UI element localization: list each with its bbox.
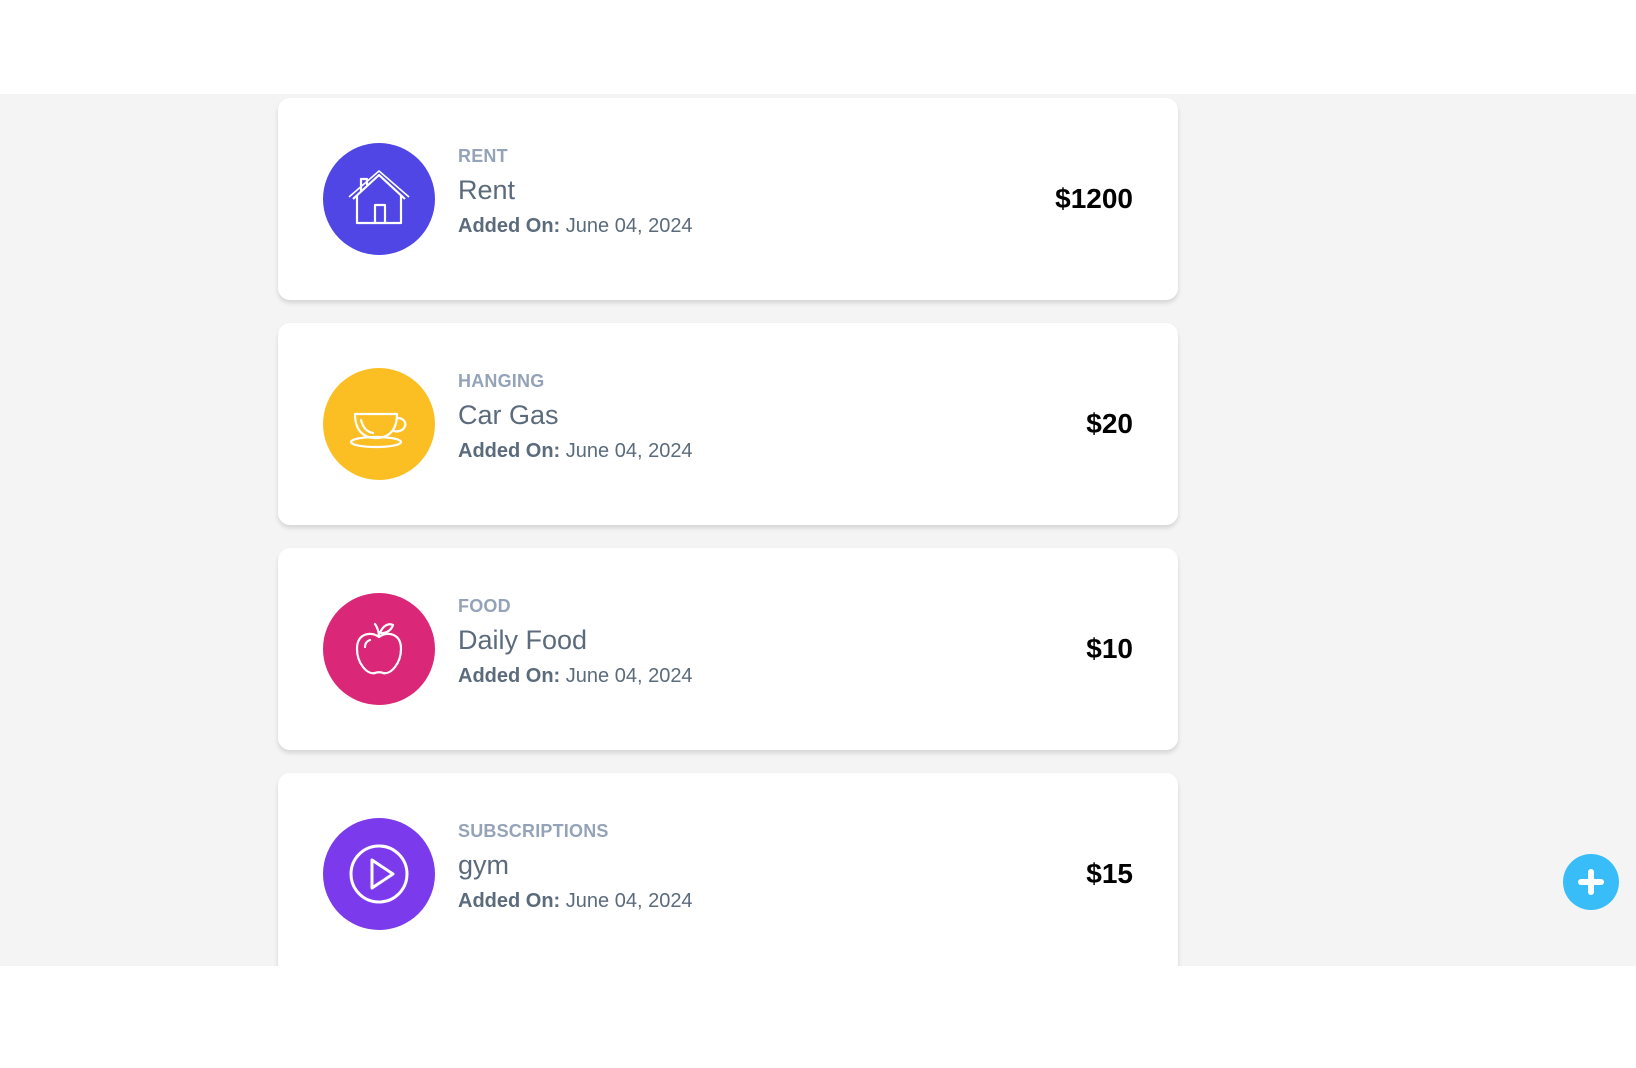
added-on-label: Added On:	[458, 890, 561, 912]
expense-date: Added On: June 04, 2024	[458, 438, 693, 464]
apple-icon	[323, 593, 435, 705]
expense-date: Added On: June 04, 2024	[458, 213, 693, 239]
add-expense-button[interactable]	[1563, 854, 1619, 910]
expense-category: FOOD	[458, 596, 511, 616]
expense-title: Car Gas	[458, 400, 559, 430]
expense-date: Added On: June 04, 2024	[458, 663, 693, 689]
expense-category: SUBSCRIPTIONS	[458, 821, 609, 841]
expense-info: HANGING Car Gas Added On: June 04, 2024	[458, 370, 693, 464]
house-icon	[323, 143, 435, 255]
date-value: June 04, 2024	[565, 440, 693, 462]
play-icon	[323, 818, 435, 930]
expense-list: RENT Rent Added On: June 04, 2024 $1200 …	[0, 94, 1636, 966]
date-value: June 04, 2024	[565, 665, 693, 687]
expense-title: gym	[458, 850, 510, 880]
expense-info: RENT Rent Added On: June 04, 2024	[458, 145, 693, 239]
expense-info: FOOD Daily Food Added On: June 04, 2024	[458, 595, 693, 689]
expense-amount: $20	[1086, 408, 1133, 439]
added-on-label: Added On:	[458, 665, 561, 687]
expense-category: RENT	[458, 146, 508, 166]
added-on-label: Added On:	[458, 215, 561, 237]
expense-category: HANGING	[458, 371, 545, 391]
bottom-bar	[0, 966, 1636, 1068]
plus-icon	[1578, 869, 1604, 895]
expense-card[interactable]: HANGING Car Gas Added On: June 04, 2024 …	[278, 323, 1178, 525]
expense-amount: $10	[1086, 633, 1133, 664]
top-bar	[0, 0, 1636, 94]
expense-title: Rent	[458, 175, 516, 205]
expense-amount: $15	[1086, 858, 1133, 889]
expense-amount: $1200	[1055, 183, 1133, 214]
expense-card[interactable]: SUBSCRIPTIONS gym Added On: June 04, 202…	[278, 773, 1178, 966]
expense-card[interactable]: RENT Rent Added On: June 04, 2024 $1200	[278, 98, 1178, 300]
expense-date: Added On: June 04, 2024	[458, 888, 693, 914]
coffee-cup-icon	[323, 368, 435, 480]
added-on-label: Added On:	[458, 440, 561, 462]
expense-title: Daily Food	[458, 625, 588, 655]
expense-card[interactable]: FOOD Daily Food Added On: June 04, 2024 …	[278, 548, 1178, 750]
expense-info: SUBSCRIPTIONS gym Added On: June 04, 202…	[458, 820, 693, 914]
date-value: June 04, 2024	[565, 215, 693, 237]
date-value: June 04, 2024	[565, 890, 693, 912]
